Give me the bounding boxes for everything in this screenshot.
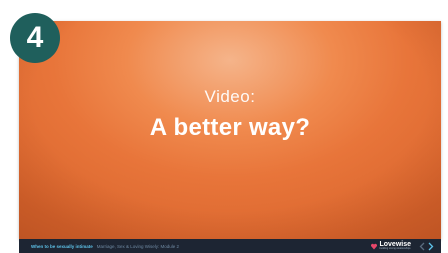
player-footer-bar: When to be sexually intimate Marriage, S… [19, 239, 441, 253]
chevron-right-icon [428, 242, 433, 250]
screenshot-frame: 4 Video: A better way? When to be sexual… [0, 0, 448, 253]
course-title: When to be sexually intimate [31, 243, 93, 249]
brand-tagline: building strong relationships [379, 247, 411, 251]
step-number-badge: 4 [10, 13, 60, 63]
footer-controls: Lovewise building strong relationships [371, 241, 435, 251]
previous-slide-button[interactable] [417, 241, 426, 251]
presentation-slide: Video: A better way? [19, 21, 441, 239]
slide-subtitle: Video: [204, 87, 256, 106]
module-title: Marriage, Sex & Loving Wisely: Module 2 [96, 243, 180, 249]
slide-title: A better way? [149, 114, 311, 141]
lovewise-logo-icon [371, 243, 378, 249]
next-slide-button[interactable] [426, 241, 435, 251]
brand-logo: Lovewise building strong relationships [379, 241, 411, 251]
chevron-left-icon [419, 242, 424, 250]
